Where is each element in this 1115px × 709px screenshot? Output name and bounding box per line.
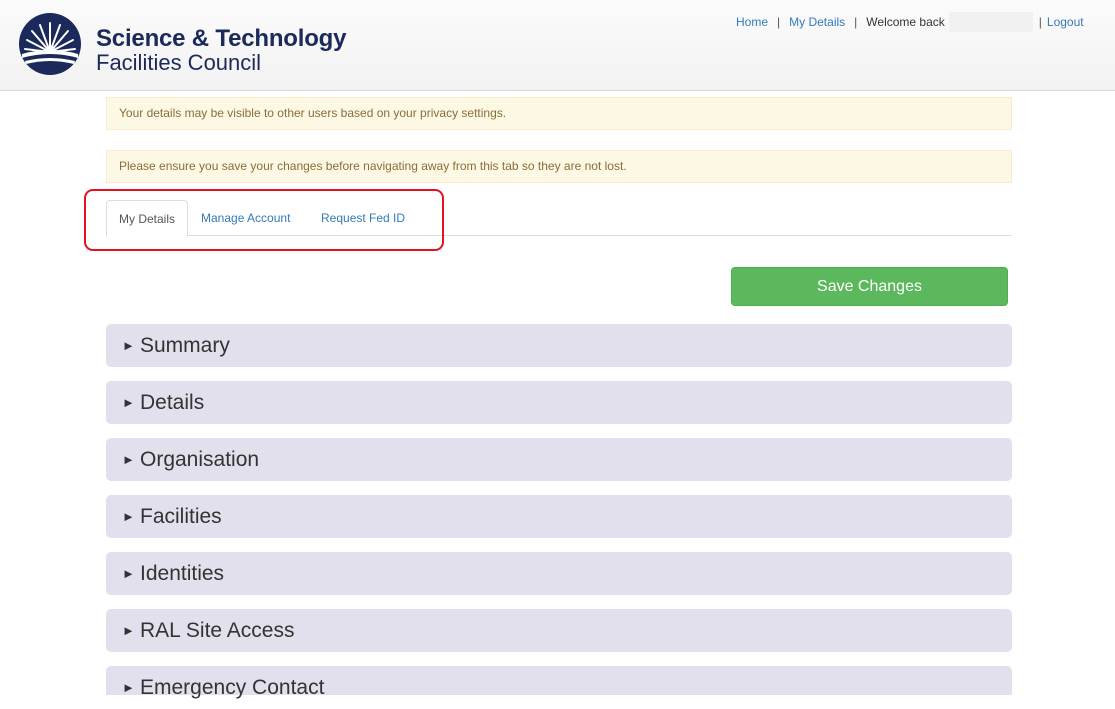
section-title: Details [140, 391, 205, 414]
section-title: Organisation [140, 448, 260, 471]
stfc-logo-icon[interactable] [18, 12, 82, 76]
expand-arrow-icon: ► [122, 623, 135, 638]
tabs-highlight-annotation [84, 189, 444, 251]
save-changes-button[interactable]: Save Changes [731, 267, 1008, 306]
section-title: Identities [140, 562, 225, 585]
logo-title: Science & Technology [96, 25, 347, 52]
expand-arrow-icon: ► [122, 680, 135, 695]
expand-arrow-icon: ► [122, 566, 135, 581]
section-emergency-contact[interactable]: ► Emergency Contact [106, 666, 1012, 699]
section-details[interactable]: ► Details [106, 381, 1012, 424]
top-navigation: Home | My Details | Welcome back | Logou… [736, 12, 1084, 32]
section-title: RAL Site Access [140, 619, 295, 642]
logo-subtitle: Facilities Council [96, 50, 262, 75]
home-link[interactable]: Home [736, 15, 768, 29]
nav-separator: | [854, 15, 858, 29]
expand-arrow-icon: ► [122, 338, 135, 353]
section-title: Summary [140, 334, 230, 357]
logout-link[interactable]: Logout [1047, 15, 1084, 29]
expand-arrow-icon: ► [122, 395, 135, 410]
nav-separator: | [1038, 15, 1042, 29]
section-title: Emergency Contact [140, 676, 325, 699]
section-facilities[interactable]: ► Facilities [106, 495, 1012, 538]
expand-arrow-icon: ► [122, 452, 135, 467]
username-redacted [948, 12, 1033, 32]
save-reminder-alert: Please ensure you save your changes befo… [106, 150, 1012, 183]
section-ral-site-access[interactable]: ► RAL Site Access [106, 609, 1012, 652]
section-identities[interactable]: ► Identities [106, 552, 1012, 595]
section-organisation[interactable]: ► Organisation [106, 438, 1012, 481]
logo-text[interactable]: Science & Technology Facilities Council [96, 27, 346, 74]
privacy-alert: Your details may be visible to other use… [106, 97, 1012, 130]
site-header: Science & Technology Facilities Council … [0, 0, 1115, 91]
nav-separator: | [777, 15, 781, 29]
welcome-text: Welcome back [866, 15, 945, 29]
expand-arrow-icon: ► [122, 509, 135, 524]
section-title: Facilities [140, 505, 222, 528]
section-summary[interactable]: ► Summary [106, 324, 1012, 367]
my-details-link[interactable]: My Details [789, 15, 845, 29]
